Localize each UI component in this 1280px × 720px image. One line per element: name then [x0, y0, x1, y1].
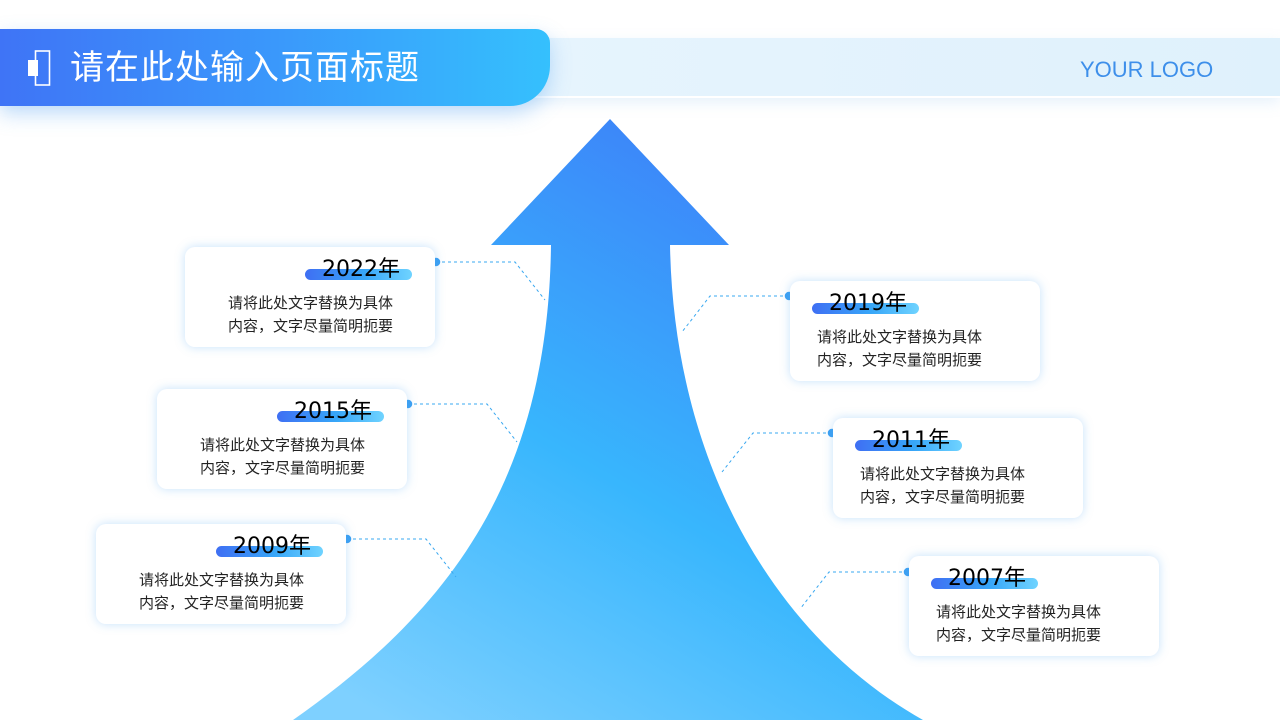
- milestone-description: 请将此处文字替换为具体 内容，文字尽量简明扼要: [200, 434, 450, 480]
- description-line-2: 内容，文字尽量简明扼要: [200, 459, 366, 477]
- description-line-1: 请将此处文字替换为具体: [936, 603, 1102, 621]
- milestone-card-2022: 2022年 请将此处文字替换为具体 内容，文字尽量简明扼要: [185, 247, 435, 347]
- description-line-2: 内容，文字尽量简明扼要: [228, 317, 394, 335]
- milestone-card-2015: 2015年 请将此处文字替换为具体 内容，文字尽量简明扼要: [157, 389, 407, 489]
- milestone-card-2009: 2009年 请将此处文字替换为具体 内容，文字尽量简明扼要: [96, 524, 346, 624]
- connector-2019: [681, 295, 789, 333]
- description-line-2: 内容，文字尽量简明扼要: [936, 626, 1102, 644]
- description-line-1: 请将此处文字替换为具体: [200, 436, 366, 454]
- milestone-year: 2011年: [872, 428, 950, 453]
- description-line-1: 请将此处文字替换为具体: [139, 571, 305, 589]
- milestone-card-2007: 2007年 请将此处文字替换为具体 内容，文字尽量简明扼要: [909, 556, 1159, 656]
- description-line-1: 请将此处文字替换为具体: [860, 465, 1026, 483]
- description-line-1: 请将此处文字替换为具体: [228, 294, 394, 312]
- milestone-description: 请将此处文字替换为具体 内容，文字尽量简明扼要: [228, 292, 478, 338]
- milestone-card-2019: 2019年 请将此处文字替换为具体 内容，文字尽量简明扼要: [790, 281, 1040, 381]
- milestone-year: 2007年: [948, 566, 1026, 591]
- milestone-year: 2009年: [233, 534, 311, 559]
- description-line-2: 内容，文字尽量简明扼要: [817, 351, 983, 369]
- description-line-1: 请将此处文字替换为具体: [817, 328, 983, 346]
- description-line-2: 内容，文字尽量简明扼要: [860, 488, 1026, 506]
- milestone-description: 请将此处文字替换为具体 内容，文字尽量简明扼要: [817, 326, 1067, 372]
- milestone-description: 请将此处文字替换为具体 内容，文字尽量简明扼要: [139, 569, 389, 615]
- milestone-year: 2015年: [294, 399, 372, 424]
- milestone-year: 2022年: [322, 257, 400, 282]
- milestone-description: 请将此处文字替换为具体 内容，文字尽量简明扼要: [860, 463, 1110, 509]
- milestone-description: 请将此处文字替换为具体 内容，文字尽量简明扼要: [936, 601, 1186, 647]
- milestone-year: 2019年: [829, 291, 907, 316]
- connector-2011: [721, 432, 832, 473]
- milestone-card-2011: 2011年 请将此处文字替换为具体 内容，文字尽量简明扼要: [833, 418, 1083, 518]
- connector-2007: [799, 571, 908, 610]
- description-line-2: 内容，文字尽量简明扼要: [139, 594, 305, 612]
